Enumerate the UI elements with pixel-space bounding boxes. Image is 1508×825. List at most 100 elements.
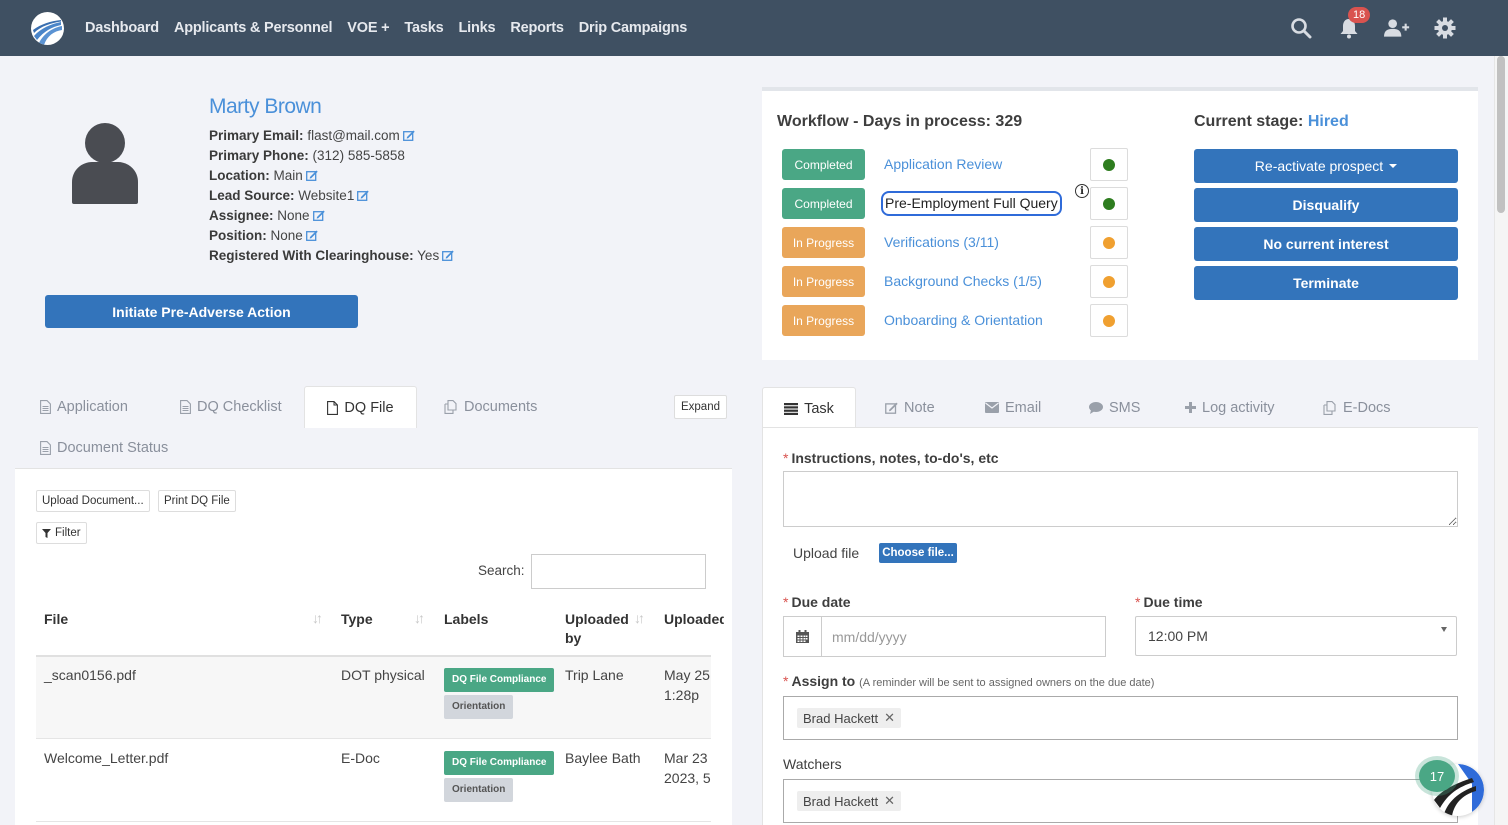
tab-task[interactable]: Task [762,387,856,429]
nav-drip-campaigns[interactable]: Drip Campaigns [579,20,688,36]
search-icon[interactable] [1288,15,1314,41]
envelope-icon [985,402,999,413]
due-date-field[interactable]: mm/dd/yyyy [783,616,1106,657]
workflow-panel: Workflow - Days in process: 329 Complete… [762,87,1478,360]
workflow-step-link[interactable]: Verifications (3/11) [884,234,999,250]
remove-icon[interactable]: ✕ [884,793,895,809]
reactivate-prospect-dropdown[interactable]: Re-activate prospect [1194,149,1458,183]
edit-icon[interactable] [305,170,318,181]
assignee-chip: Brad Hackett ✕ [797,708,902,728]
edit-icon[interactable] [402,130,415,141]
edit-icon[interactable] [305,230,318,241]
chip-label: Brad Hackett [803,710,879,726]
nav-voe[interactable]: VOE + [347,20,389,36]
tab-label: Task [804,400,834,417]
tab-log-activity[interactable]: Log activity [1185,387,1275,428]
sort-icon[interactable]: ↓↑ [312,610,323,626]
column-header-label: Uploaded at [664,611,724,627]
assign-to-input[interactable]: Brad Hackett ✕ [783,696,1458,740]
tab-application[interactable]: Application [40,386,128,427]
chip-label: Brad Hackett [803,793,879,809]
column-header-type[interactable]: Type [341,610,373,629]
page-scrollbar-thumb[interactable] [1497,56,1505,213]
assign-to-label: * Assign to (A reminder will be sent to a… [783,673,1154,689]
tab-sms[interactable]: SMS [1089,387,1140,428]
instructions-textarea[interactable] [783,471,1458,527]
filter-icon [42,528,51,538]
label-tag: Orientation [444,695,514,719]
workflow-step-link[interactable]: Pre-Employment Full Query [881,191,1062,216]
due-time-select[interactable]: 12:00 PM [1135,616,1457,656]
file-icon [327,400,339,415]
main-nav: Dashboard Applicants & Personnel VOE + T… [85,0,687,56]
disqualify-button[interactable]: Disqualify [1194,188,1458,222]
notification-count-badge: 18 [1348,7,1371,23]
print-dq-file-button[interactable]: Print DQ File [158,490,236,512]
tab-documents[interactable]: Documents [444,386,537,427]
table-row[interactable]: Welcome_Letter.pdf E-Doc DQ File Complia… [36,740,711,822]
workflow-step-link[interactable]: Onboarding & Orientation [884,312,1043,328]
column-header-uploaded-by[interactable]: Uploaded by [565,610,629,648]
tab-document-status[interactable]: Document Status [40,427,168,468]
workflow-step-link[interactable]: Background Checks (1/5) [884,273,1042,289]
field-label: Primary Phone: [209,148,309,163]
nav-links[interactable]: Links [458,20,495,36]
tab-e-docs[interactable]: E-Docs [1323,387,1391,428]
tab-note[interactable]: Note [885,387,935,428]
no-current-interest-button[interactable]: No current interest [1194,227,1458,261]
required-marker: * [783,673,789,689]
gear-icon[interactable] [1432,15,1458,41]
instructions-label-text: Instructions, notes, to-do's, etc [791,450,999,466]
due-date-input[interactable]: mm/dd/yyyy [822,617,1105,656]
sort-icon[interactable]: ↓↑ [634,610,645,626]
document-icon [180,399,191,414]
profile-name[interactable]: Marty Brown [209,95,322,119]
expand-button[interactable]: Expand [674,395,727,419]
label-tag: DQ File Compliance [444,668,555,692]
due-date-label: * Due date [783,594,851,610]
choose-file-button[interactable]: Choose file... [879,543,957,563]
filter-button[interactable]: Filter [36,522,87,544]
add-user-icon[interactable] [1384,15,1410,41]
status-dot [1103,275,1115,288]
terminate-button[interactable]: Terminate [1194,266,1458,300]
tab-dq-file[interactable]: DQ File [304,386,417,428]
nav-reports[interactable]: Reports [510,20,564,36]
calendar-icon[interactable] [784,617,822,656]
file-name[interactable]: Welcome_Letter.pdf [44,748,168,768]
due-date-label-text: Due date [791,594,851,610]
remove-icon[interactable]: ✕ [884,710,895,726]
bell-icon[interactable]: 18 [1336,7,1371,41]
tab-label: E-Docs [1343,399,1391,416]
caret-down-icon [1441,627,1447,632]
tab-dq-checklist[interactable]: DQ Checklist [180,386,282,427]
edit-icon[interactable] [312,210,325,221]
workflow-step: Completed Pre-Employment Full Query i [782,184,1132,221]
watchers-input[interactable]: Brad Hackett ✕ [783,779,1458,823]
file-type: DOT physical [341,667,425,683]
edit-icon [885,402,898,414]
sort-icon[interactable]: ↓↑ [414,610,425,626]
app-logo[interactable] [31,12,64,45]
edit-icon[interactable] [357,190,370,201]
file-labels: DQ File Compliance Orientation [444,668,555,722]
search-input[interactable] [531,554,706,589]
tab-email[interactable]: Email [985,387,1041,428]
upload-document-button[interactable]: Upload Document... [36,490,150,512]
table-row[interactable]: _scan0156.pdf DOT physical DQ File Compl… [36,657,711,739]
nav-tasks[interactable]: Tasks [404,20,443,36]
column-header-file[interactable]: File [44,610,68,629]
column-header-uploaded-at[interactable]: Uploaded at [664,610,724,629]
edit-icon[interactable] [442,250,454,261]
nav-applicants-personnel[interactable]: Applicants & Personnel [174,20,333,36]
nav-dashboard[interactable]: Dashboard [85,20,159,36]
workflow-step-link[interactable]: Application Review [884,156,1002,172]
file-name[interactable]: _scan0156.pdf [44,665,136,685]
field-label: Assignee: [209,208,274,223]
tab-label: Log activity [1202,399,1275,416]
field-label: Lead Source: [209,188,295,203]
tab-label: Document Status [57,439,169,456]
initiate-pre-adverse-action-button[interactable]: Initiate Pre-Adverse Action [45,295,358,328]
info-icon[interactable]: i [1075,184,1089,198]
assign-to-label-text: Assign to [791,673,856,689]
